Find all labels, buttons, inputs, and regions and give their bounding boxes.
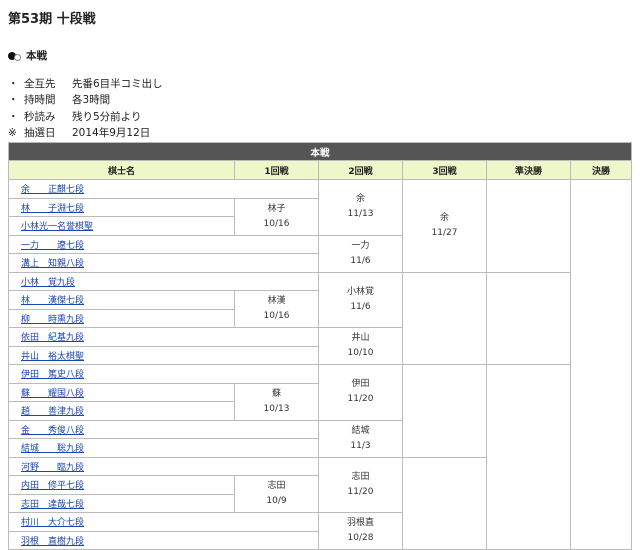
player-cell: 村川 大介七段: [8, 512, 319, 532]
player-cell: 伊田 篤史八段: [8, 364, 319, 384]
round2-result: 余 11/13: [318, 179, 403, 236]
round2-result: 結城 11/3: [318, 419, 403, 458]
player-cell: 金 秀俊八段: [8, 419, 319, 439]
col-header-round1: 1回戦: [234, 160, 319, 180]
rule-item: ・全互先 先番6目半コミ出し: [8, 78, 163, 90]
player-link[interactable]: 伊田 篤史八段: [21, 370, 84, 380]
rule-item: ・秒読み 残り5分前より: [8, 110, 142, 123]
round1-result: 蘇 10/13: [234, 382, 319, 421]
col-header-round3: 3回戦: [402, 160, 487, 180]
round3-result: 余 11/27: [402, 179, 487, 273]
round2-result: 小林覚 11/6: [318, 271, 403, 328]
player-cell: 柳 時熏九段: [8, 308, 235, 328]
col-header-semifinal: 準決勝: [486, 160, 571, 180]
player-link[interactable]: 林 漢傑七段: [21, 296, 84, 306]
player-cell: 井山 裕太棋聖: [8, 345, 319, 365]
player-link[interactable]: 結城 聡九段: [21, 444, 84, 454]
semifinal-slot: [486, 179, 571, 273]
player-link[interactable]: 小林光一名誉棋聖: [21, 222, 93, 232]
col-header-round2: 2回戦: [318, 160, 403, 180]
player-link[interactable]: 蘇 耀国八段: [21, 389, 84, 399]
player-cell: 内田 修平七段: [8, 475, 235, 495]
round3-slot: [402, 271, 487, 365]
player-cell: 林 子淵七段: [8, 197, 235, 217]
section-title: 本戦: [26, 50, 47, 62]
player-link[interactable]: 内田 修平七段: [21, 481, 84, 491]
player-link[interactable]: 志田 達哉七段: [21, 500, 84, 510]
player-cell: 小林 覚九段: [8, 271, 319, 291]
round1-result: 林漢 10/16: [234, 290, 319, 328]
player-link[interactable]: 村川 大介七段: [21, 518, 84, 528]
player-cell: 河野 臨九段: [8, 456, 319, 476]
player-cell: 羽根 直樹九段: [8, 530, 319, 550]
round3-slot: [402, 456, 487, 550]
page-title: 第53期 十段戦: [8, 12, 96, 27]
player-link[interactable]: 溝上 知親八段: [21, 259, 84, 269]
round2-result: 伊田 11/20: [318, 364, 403, 421]
player-link[interactable]: 一力 遼七段: [21, 241, 84, 251]
go-stones-icon: [8, 51, 22, 61]
semifinal-slot: [486, 364, 571, 550]
player-link[interactable]: 金 秀俊八段: [21, 426, 84, 436]
final-slot: [569, 179, 633, 550]
section-header: 本戦: [8, 48, 47, 63]
col-header-final: 決勝: [569, 160, 633, 180]
player-link[interactable]: 小林 覚九段: [21, 278, 75, 288]
player-cell: 溝上 知親八段: [8, 253, 319, 273]
round2-result: 羽根直 10/28: [318, 512, 403, 550]
player-cell: 余 正麒七段: [8, 179, 319, 199]
player-link[interactable]: 余 正麒七段: [21, 185, 84, 195]
round1-result: 林子 10/16: [234, 197, 319, 236]
rule-item: ・持時間 各3時間: [8, 94, 111, 107]
round2-result: 井山 10/10: [318, 327, 403, 365]
player-cell: 一力 遼七段: [8, 234, 319, 254]
player-link[interactable]: 井山 裕太棋聖: [21, 352, 84, 362]
player-cell: 蘇 耀国八段: [8, 382, 235, 402]
player-link[interactable]: 羽根 直樹九段: [21, 537, 84, 547]
player-cell: 依田 紀基九段: [8, 327, 319, 347]
bracket-title: 本戦: [7, 142, 633, 161]
player-cell: 結城 聡九段: [8, 438, 319, 458]
rule-item: ※ 抽選日 2014年9月12日: [8, 127, 151, 140]
player-cell: 志田 達哉七段: [8, 493, 235, 513]
semifinal-slot: [486, 271, 571, 365]
player-cell: 趙 善津九段: [8, 401, 235, 421]
player-link[interactable]: 趙 善津九段: [21, 407, 84, 417]
player-link[interactable]: 依田 紀基九段: [21, 333, 84, 343]
round2-result: 一力 11/6: [318, 234, 403, 273]
tournament-bracket: 本戦 棋士名 1回戦 2回戦 3回戦 準決勝 決勝 余 正麒七段 余 11/13 …: [7, 142, 633, 550]
player-link[interactable]: 林 子淵七段: [21, 204, 84, 214]
player-cell: 林 漢傑七段: [8, 290, 235, 310]
round2-result: 志田 11/20: [318, 456, 403, 513]
col-header-player: 棋士名: [8, 160, 235, 180]
round1-result: 志田 10/9: [234, 475, 319, 513]
round3-slot: [402, 364, 487, 458]
rules-list: ・全互先 先番6目半コミ出し ・持時間 各3時間 ・秒読み 残り5分前より ※ 抽選日 2…: [8, 76, 163, 142]
player-link[interactable]: 河野 臨九段: [21, 463, 84, 473]
player-cell: 小林光一名誉棋聖: [8, 216, 235, 236]
player-link[interactable]: 柳 時熏九段: [21, 315, 84, 325]
